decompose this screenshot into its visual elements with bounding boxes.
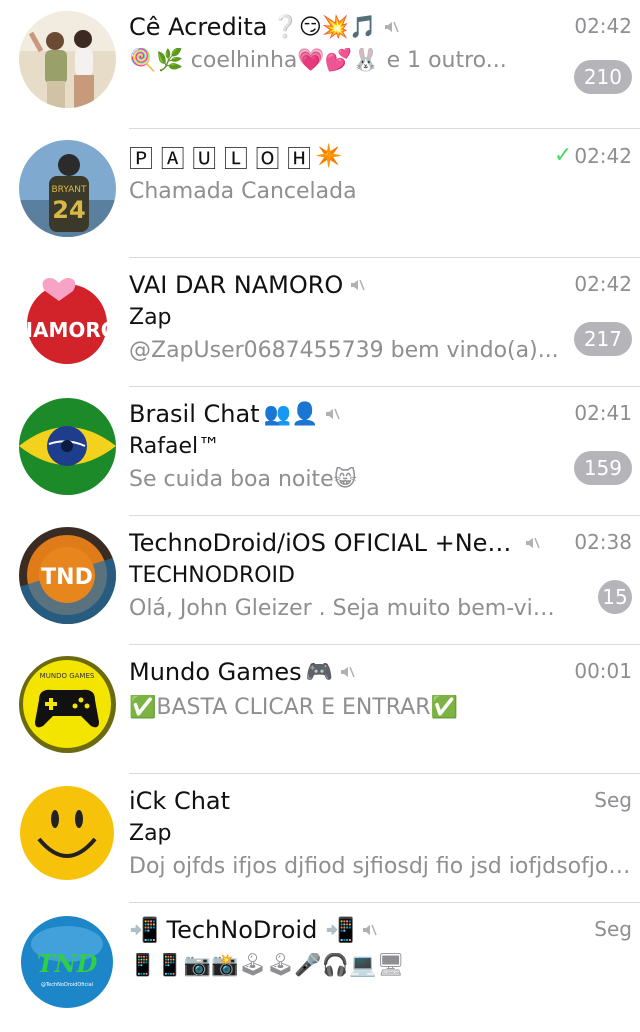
chat-row-ce-acredita[interactable]: Cê Acredita ❔😏💥🎵 02:42 🍭🌿 coelhinha💗💕🐰 e… — [0, 0, 640, 129]
chat-name: Cê Acredita — [129, 13, 268, 41]
bryant-24-jersey-avatar[interactable]: BRYANT 24 — [19, 140, 116, 237]
svg-text:BRYANT: BRYANT — [51, 185, 87, 195]
chat-name: VAI DAR NAMORO — [129, 271, 344, 299]
chat-name-emoji: ✴️ — [315, 143, 343, 169]
mute-icon — [326, 408, 341, 420]
couple-photo-avatar[interactable] — [19, 11, 116, 108]
mute-icon — [362, 924, 377, 936]
chat-time: Seg — [594, 788, 632, 812]
chat-last-message: 🍭🌿 coelhinha💗💕🐰 e 1 outro... — [129, 48, 507, 73]
unread-badge: 159 — [573, 451, 632, 485]
chat-last-message: Olá, John Gleizer . Seja muito bem-vind.… — [129, 596, 560, 621]
avatar-subtext: @TechNoDroidOficial — [41, 982, 93, 988]
chat-row-pauloh[interactable]: BRYANT 24 🄿 🄰 🅄 🄻 🄾 🄷 ✴️ ✓ 02:42 Chamada… — [0, 129, 640, 258]
smiley-face-avatar[interactable] — [19, 785, 116, 882]
chat-sender: TECHNODROID — [129, 563, 295, 588]
chat-last-message: Chamada Cancelada — [129, 179, 357, 204]
tnd-logo-avatar[interactable]: TND — [19, 527, 116, 624]
chat-row-vai-dar-namoro[interactable]: NAMORO VAI DAR NAMORO 02:42 Zap @ZapUser… — [0, 258, 640, 387]
chat-time: 02:42 — [574, 14, 632, 38]
avatar-text: TND — [41, 565, 93, 590]
chat-last-message: Se cuida boa noite😸 — [129, 467, 357, 492]
chat-row-brasil-chat[interactable]: Brasil Chat 👥👤 02:41 Rafael™ Se cuida bo… — [0, 387, 640, 516]
chat-name: Brasil Chat — [129, 400, 260, 428]
chat-time: 02:41 — [574, 401, 632, 425]
svg-text:24: 24 — [52, 196, 85, 224]
chat-name: TechnoDroid/iOS OFICIAL +Net... — [129, 529, 518, 557]
chat-sender: Rafael™ — [129, 434, 221, 459]
chat-time-container: ✓ 02:42 — [554, 143, 632, 168]
chat-list: Cê Acredita ❔😏💥🎵 02:42 🍭🌿 coelhinha💗💕🐰 e… — [0, 0, 640, 1024]
chat-name-emoji: 👥👤 — [263, 401, 319, 427]
chat-sender: Zap — [129, 305, 172, 330]
brazil-flag-eye-avatar[interactable] — [19, 398, 116, 495]
chat-sender: Zap — [129, 821, 172, 846]
chat-time: Seg — [594, 917, 632, 941]
chat-time: 02:42 — [574, 272, 632, 296]
mute-icon — [341, 666, 355, 678]
mute-icon — [384, 21, 399, 33]
unread-badge: 210 — [573, 60, 632, 94]
namoro-heart-avatar[interactable]: NAMORO — [19, 269, 116, 366]
avatar-text: MUNDO GAMES — [40, 672, 95, 680]
chat-name: Mundo Games — [129, 658, 302, 686]
chat-row-mundo-games[interactable]: MUNDO GAMES Mundo Games 🎮 00:01 ✅BASTA C… — [0, 645, 640, 774]
tnd-globe-avatar[interactable]: TND @TechNoDroidOficial — [19, 914, 116, 1011]
unread-badge: 217 — [573, 322, 632, 356]
avatar-text: TND — [37, 949, 98, 978]
chat-time: 00:01 — [574, 659, 632, 683]
chat-last-message: @ZapUser0687455739 bem vindo(a)... — [129, 338, 559, 363]
read-check-icon: ✓ — [553, 143, 573, 168]
chat-row-technodroid[interactable]: TND @TechNoDroidOficial 📲 TechNoDroid 📲 … — [0, 903, 640, 1032]
chat-row-ick-chat[interactable]: iCk Chat Seg Zap Doj ojfds ifjos djfiod … — [0, 774, 640, 903]
avatar-text: NAMORO — [19, 318, 116, 342]
chat-last-message: 📱📱📷📸🕹🕹🎤🎧💻🖥 — [129, 953, 405, 978]
chat-name-emoji: 🎮 — [305, 659, 334, 685]
chat-name: 📲 TechNoDroid 📲 — [129, 916, 355, 944]
mute-icon — [526, 537, 540, 549]
chat-last-message: Doj ojfds ifjos djfiod sjfiosdj fio jsd … — [129, 854, 632, 879]
chat-last-message: ✅BASTA CLICAR E ENTRAR✅ — [129, 695, 458, 720]
chat-row-technodroid-ios[interactable]: TND TechnoDroid/iOS OFICIAL +Net... 02:3… — [0, 516, 640, 645]
chat-name: 🄿 🄰 🅄 🄻 🄾 🄷 — [129, 144, 312, 173]
mute-icon — [351, 279, 366, 291]
chat-time: 02:42 — [574, 143, 632, 168]
chat-name: iCk Chat — [129, 787, 231, 815]
gamepad-avatar[interactable]: MUNDO GAMES — [19, 656, 116, 753]
chat-name-emoji: ❔😏💥🎵 — [271, 14, 377, 40]
unread-badge: 15 — [598, 580, 632, 614]
chat-time: 02:38 — [574, 530, 632, 554]
